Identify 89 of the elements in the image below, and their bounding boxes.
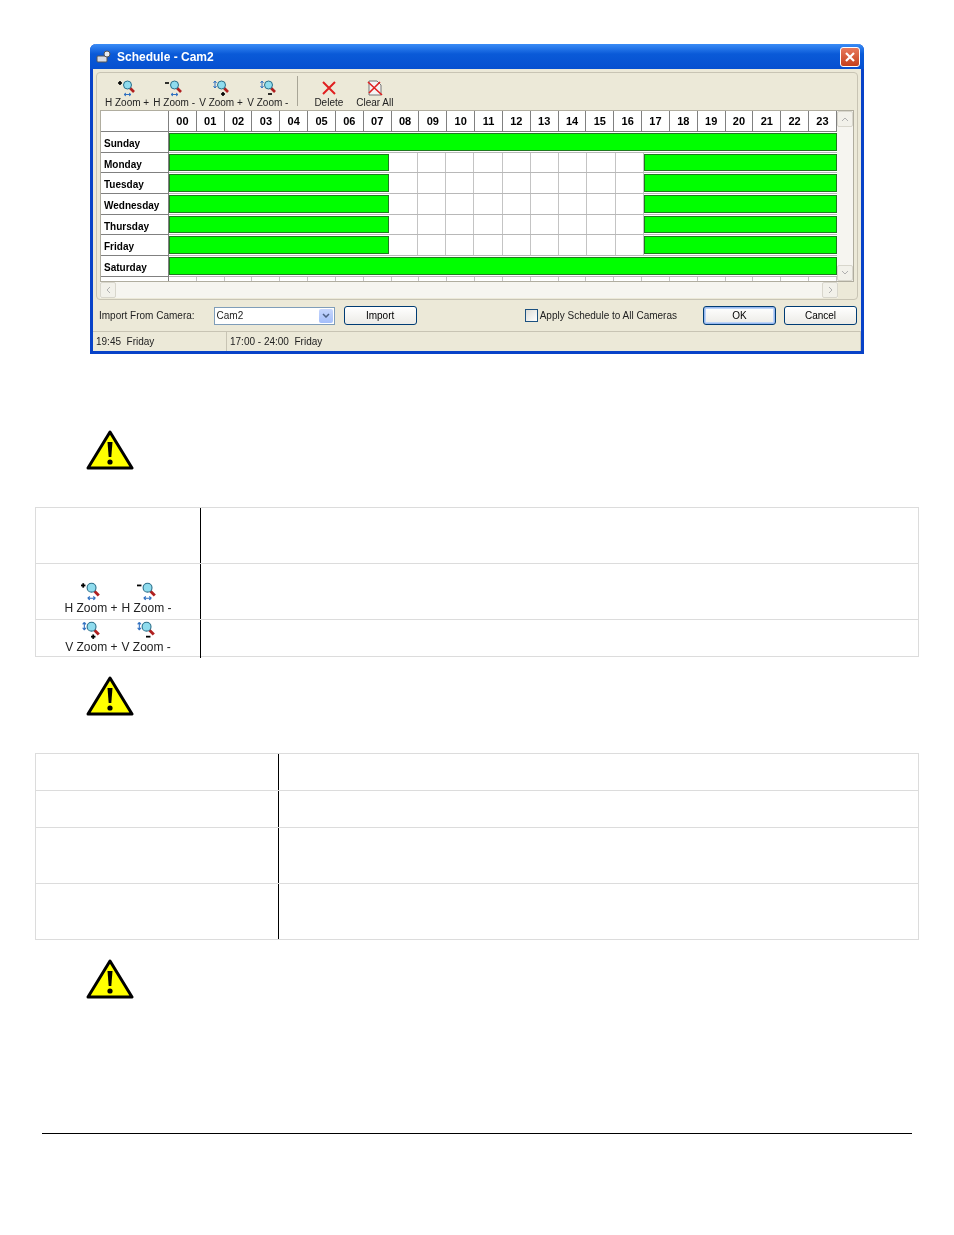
icon-caption: V Zoom -	[121, 640, 171, 654]
corner-cell	[101, 111, 169, 132]
hour-header: 20	[725, 111, 754, 132]
hour-header: 16	[614, 111, 643, 132]
scheduled-slot[interactable]	[644, 153, 673, 172]
scheduled-slot[interactable]	[169, 133, 198, 151]
hour-header: 00	[169, 111, 197, 132]
scheduled-slot[interactable]	[361, 195, 390, 213]
icon-caption: H Zoom +	[64, 601, 118, 615]
chevron-down-icon	[321, 313, 330, 318]
hour-header: 06	[335, 111, 364, 132]
scheduled-slot[interactable]	[644, 236, 673, 255]
caret-icon	[105, 285, 111, 294]
dialog-button[interactable]: OK	[703, 306, 776, 325]
hour-header: 01	[196, 111, 225, 132]
warning-icon	[86, 959, 134, 999]
hour-header: 17	[642, 111, 670, 132]
hour-header: 09	[419, 111, 448, 132]
scheduled-slot[interactable]	[808, 133, 837, 151]
hour-header: 13	[530, 111, 559, 132]
window-title: Schedule - Cam2	[117, 49, 215, 64]
camera-icon	[96, 49, 112, 64]
hour-header: 21	[753, 111, 782, 132]
delete-button[interactable]: Delete	[305, 79, 352, 109]
scheduled-slot[interactable]	[808, 195, 838, 213]
scheduled-slot[interactable]	[169, 195, 198, 213]
scheduled-slot[interactable]	[644, 195, 673, 213]
import-button[interactable]: Import	[343, 306, 417, 325]
scheduled-slot[interactable]	[808, 174, 838, 193]
hour-header: 03	[252, 111, 281, 132]
scheduled-slot[interactable]	[808, 257, 837, 275]
warning-icon	[86, 430, 134, 470]
hour-header: 19	[697, 111, 726, 132]
scheduled-slot[interactable]	[361, 174, 390, 193]
scheduled-slot[interactable]	[361, 153, 390, 172]
scheduled-slot[interactable]	[169, 174, 198, 193]
hour-header: 18	[669, 111, 698, 132]
caret-icon	[841, 270, 849, 276]
scheduled-slot[interactable]	[644, 215, 673, 234]
zoom-in-icon	[81, 581, 101, 601]
camera-dropdown[interactable]: Cam2	[213, 306, 335, 325]
status-text: 19:45 Friday	[93, 332, 227, 351]
hour-header: 12	[502, 111, 531, 132]
hour-header: 23	[809, 111, 837, 132]
import-label: Import From Camera:	[99, 310, 195, 321]
scheduled-slot[interactable]	[808, 236, 838, 255]
warning-icon	[86, 676, 134, 716]
zoom-out-icon	[258, 79, 277, 97]
zoom-out-icon	[165, 79, 184, 97]
zoom-in-icon	[81, 620, 102, 640]
hour-header: 07	[363, 111, 392, 132]
status-text: 17:00 - 24:00 Friday	[227, 332, 861, 351]
hour-header: 15	[586, 111, 615, 132]
scheduled-slot[interactable]	[808, 153, 838, 172]
icon-caption: V Zoom +	[65, 640, 118, 654]
hour-header: 08	[391, 111, 420, 132]
apply-all-label: Apply Schedule to All Cameras	[539, 310, 677, 321]
hour-header: 05	[308, 111, 336, 132]
scheduled-slot[interactable]	[644, 174, 673, 193]
scheduled-slot[interactable]	[361, 215, 390, 234]
hour-header: 02	[224, 111, 253, 132]
icon-caption: H Zoom -	[121, 601, 172, 615]
zoom-out-icon	[136, 581, 157, 601]
h-zoom-out-button[interactable]: H Zoom -	[151, 79, 198, 109]
zoom-out-icon	[136, 620, 157, 640]
scheduled-slot[interactable]	[361, 236, 390, 255]
caret-icon	[841, 116, 849, 122]
v-zoom-in-button[interactable]: V Zoom +	[197, 79, 245, 109]
scheduled-slot[interactable]	[808, 215, 838, 234]
scheduled-slot[interactable]	[169, 236, 198, 255]
close-button[interactable]	[840, 46, 860, 67]
delete-icon	[319, 79, 338, 97]
close-icon	[844, 50, 856, 63]
dialog-button[interactable]: Cancel	[784, 306, 857, 325]
h-zoom-in-button[interactable]: H Zoom +	[103, 79, 152, 109]
zoom-in-icon	[212, 79, 230, 97]
scheduled-slot[interactable]	[169, 257, 198, 275]
scheduled-slot[interactable]	[169, 153, 198, 172]
hour-header: 14	[558, 111, 587, 132]
v-zoom-out-button[interactable]: V Zoom -	[244, 79, 291, 109]
hour-header: 11	[475, 111, 503, 132]
scheduled-slot[interactable]	[169, 215, 198, 234]
clear-all-button[interactable]: Clear All	[351, 79, 398, 109]
hour-header: 10	[447, 111, 476, 132]
zoom-in-icon	[118, 79, 137, 97]
hour-header: 22	[781, 111, 810, 132]
hour-header: 04	[280, 111, 309, 132]
clear-icon	[365, 79, 384, 97]
apply-all-checkbox[interactable]	[524, 309, 538, 322]
